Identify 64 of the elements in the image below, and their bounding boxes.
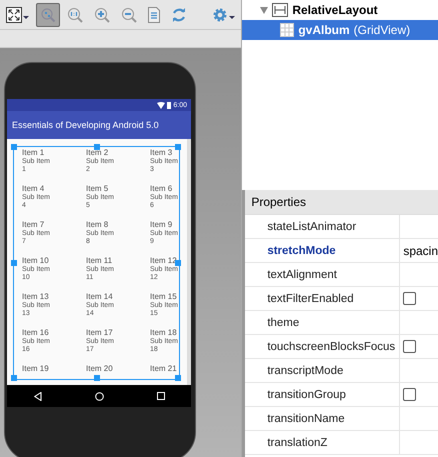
grid-item-title: Item 20: [86, 363, 113, 374]
grid-item-title: Item 8: [86, 219, 108, 230]
grid-item-title: Item 3: [150, 147, 172, 158]
recents-icon[interactable]: [156, 392, 164, 400]
grid-item-title: Item 15: [150, 291, 177, 302]
zoom-in-icon: [94, 6, 110, 22]
grid-item-title: Item 2: [86, 147, 108, 158]
tree-item-name: RelativeLayout: [292, 3, 378, 17]
wifi-icon: [157, 102, 166, 108]
grid-item-title: Item 6: [150, 183, 172, 194]
property-name: theme: [245, 311, 400, 334]
property-name: transitionGroup: [245, 383, 400, 406]
grid-item-title: Item 19: [22, 363, 49, 374]
resize-handle[interactable]: [94, 144, 100, 150]
actual-size-icon: [67, 6, 83, 22]
tree-item[interactable]: RelativeLayout: [242, 0, 438, 20]
grid-item-title: Item 21: [150, 363, 177, 374]
grid-item-title: Item 11: [86, 255, 112, 266]
document-icon: [148, 6, 160, 22]
resize-handle[interactable]: [94, 375, 100, 381]
tree-item[interactable]: gvAlbum (GridView): [242, 20, 438, 40]
zoom-fit-icon: [40, 6, 56, 22]
grid-item-title: Item 4: [22, 183, 44, 194]
home-icon[interactable]: [94, 392, 104, 400]
resize-handle[interactable]: [11, 260, 17, 266]
grid-item-title: Item 14: [86, 291, 113, 302]
battery-icon: [167, 102, 172, 108]
refresh-icon: [171, 6, 187, 22]
property-name: touchscreenBlocksFocus: [245, 335, 400, 358]
back-icon[interactable]: [34, 392, 42, 400]
checkbox[interactable]: [403, 388, 416, 401]
property-value[interactable]: spacin: [403, 244, 438, 258]
grid-item-title: Item 7: [22, 219, 44, 230]
zoom-out-icon: [121, 6, 137, 22]
property-name: stretchMode: [245, 239, 400, 262]
resize-handle[interactable]: [11, 144, 17, 150]
fit-screen-icon: [6, 6, 22, 22]
grid-item-title: Item 17: [86, 327, 113, 338]
resize-handle[interactable]: [175, 375, 181, 381]
grid-item-title: Item 13: [22, 291, 49, 302]
app-title: Essentials of Developing Android 5.0: [12, 120, 159, 130]
property-name: transitionName: [245, 407, 400, 430]
checkbox[interactable]: [403, 340, 416, 353]
property-name: translationZ: [245, 431, 400, 454]
tree-item-type: (GridView): [354, 23, 410, 37]
grid-item-title: Item 1: [22, 147, 44, 158]
grid-item-title: Item 10: [22, 255, 49, 266]
property-name: transcriptMode: [245, 359, 400, 382]
tree-item-name: gvAlbum: [298, 23, 350, 37]
grid-item-title: Item 16: [22, 327, 49, 338]
grid-item-title: Item 5: [86, 183, 108, 194]
resize-handle[interactable]: [11, 375, 17, 381]
settings-icon: [212, 6, 228, 22]
property-name: stateListAnimator: [245, 215, 400, 238]
resize-handle[interactable]: [175, 260, 181, 266]
property-name: textFilterEnabled: [245, 287, 400, 310]
grid-item-title: Item 9: [150, 219, 172, 230]
grid-item-title: Item 18: [150, 327, 177, 338]
property-name: textAlignment: [245, 263, 400, 286]
panel-title: Properties: [245, 190, 438, 215]
resize-handle[interactable]: [175, 144, 181, 150]
checkbox[interactable]: [403, 292, 416, 305]
grid-view-icon: [280, 23, 294, 37]
relative-layout-icon: [272, 3, 288, 17]
